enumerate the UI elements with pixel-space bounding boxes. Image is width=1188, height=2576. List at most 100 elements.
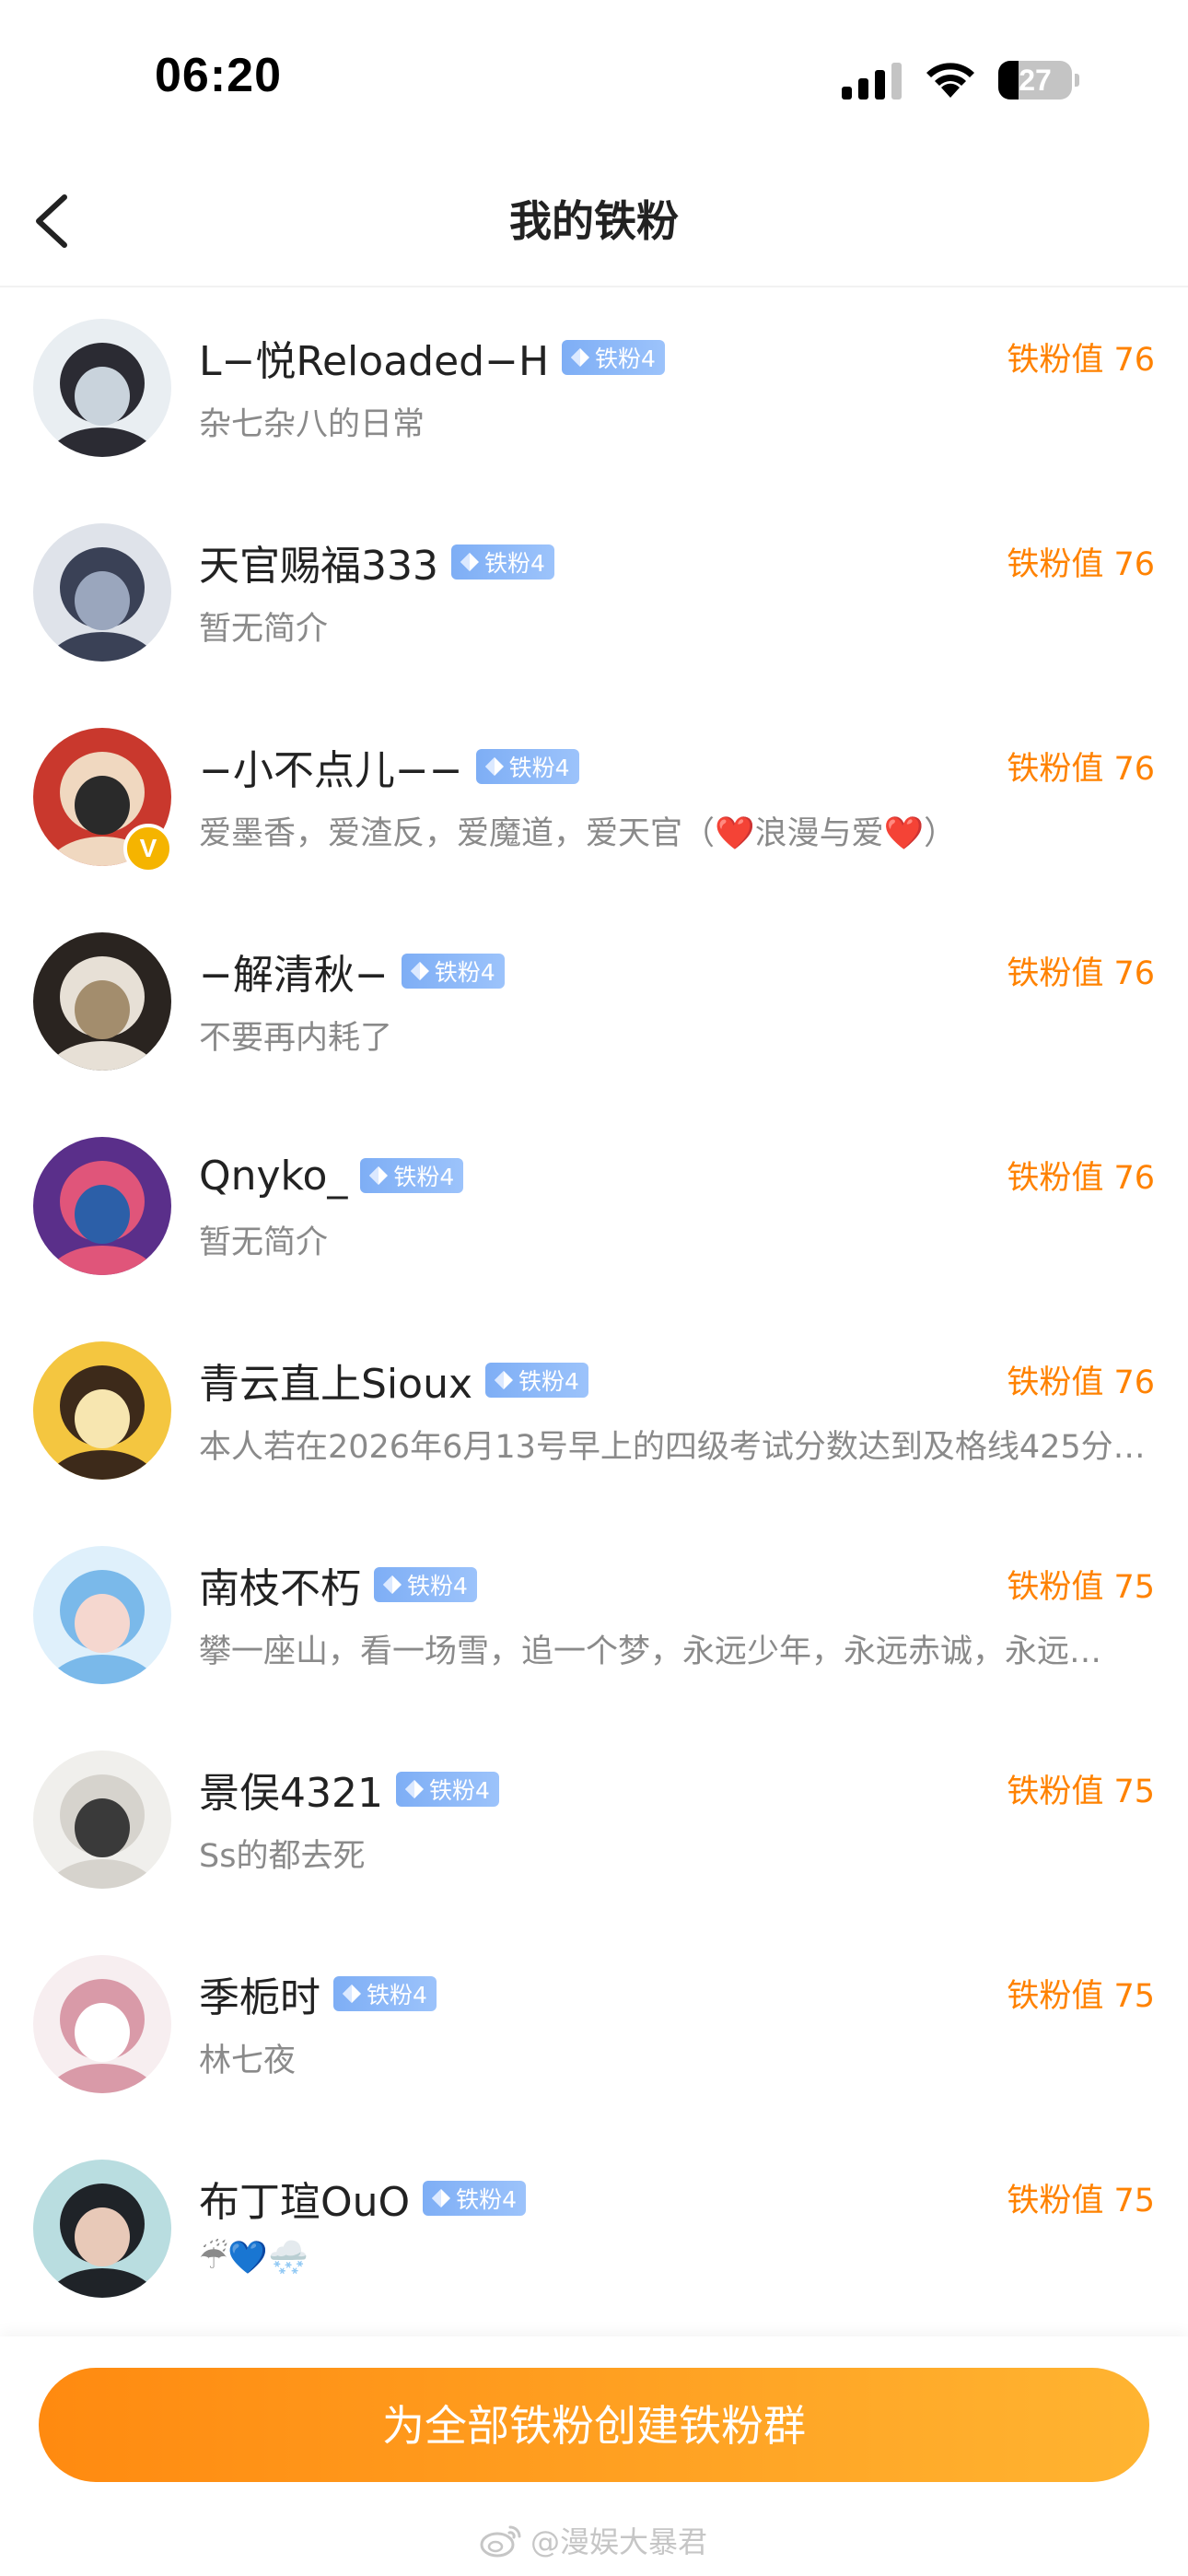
fan-level-label: 铁粉4	[456, 2186, 518, 2213]
fan-score: 铁粉值 76	[1007, 1364, 1155, 1401]
fan-bio: 爱墨香，爱渣反，爱魔道，爱天官（❤️浪漫与爱❤️）	[199, 815, 957, 852]
avatar-image	[33, 523, 171, 662]
diamond-icon	[410, 962, 429, 980]
fan-name[interactable]: 布丁瑄OuO	[199, 2169, 410, 2228]
fan-name[interactable]: 青云直上Sioux	[199, 1351, 472, 1410]
avatar[interactable]	[33, 1546, 171, 1684]
fan-level-label: 铁粉4	[595, 345, 656, 372]
avatar[interactable]	[33, 1751, 171, 1889]
avatar[interactable]	[33, 523, 171, 662]
fan-name-line: 南枝不朽 铁粉4	[199, 1557, 477, 1612]
avatar-image	[33, 319, 171, 457]
verified-badge-icon: V	[123, 824, 173, 873]
fan-score: 铁粉值 76	[1007, 955, 1155, 992]
wifi-icon	[926, 63, 974, 98]
fan-name[interactable]: 南枝不朽	[199, 1555, 361, 1614]
fan-bio: 暂无简介	[199, 611, 329, 648]
fan-row[interactable]: V −小不点儿−− 铁粉4 爱墨香，爱渣反，爱魔道，爱天官（❤️浪漫与爱❤️） 铁粉值 …	[0, 697, 1188, 901]
fan-bio: 本人若在2026年6月13号早上的四级考试分数达到及格线425分…	[199, 1429, 1146, 1466]
fan-level-label: 铁粉4	[367, 1982, 427, 2008]
fan-name[interactable]: L−悦Reloaded−H	[199, 328, 549, 387]
fan-level-label: 铁粉4	[434, 959, 495, 986]
avatar-image	[33, 2160, 171, 2298]
fan-name[interactable]: 季栀时	[199, 1964, 320, 2023]
fan-bio: 杂七杂八的日常	[199, 406, 425, 443]
diamond-icon	[383, 1575, 402, 1594]
create-fan-group-button[interactable]: 为全部铁粉创建铁粉群	[39, 2368, 1149, 2482]
fan-list: L−悦Reloaded−H 铁粉4 杂七杂八的日常 铁粉值 76 天官赐福333 铁粉4 暂…	[0, 287, 1188, 2333]
fan-score: 铁粉值 75	[1007, 1774, 1155, 1810]
fan-name[interactable]: Qnyko_	[199, 1153, 347, 1200]
nav-bar: 我的铁粉	[0, 157, 1188, 287]
avatar-image	[33, 932, 171, 1071]
fan-score: 铁粉值 75	[1007, 1978, 1155, 2015]
diamond-icon	[571, 348, 590, 367]
bottom-bar: 为全部铁粉创建铁粉群 @漫娱大暴君	[0, 2336, 1188, 2576]
avatar[interactable]	[33, 1341, 171, 1480]
fan-level-label: 铁粉4	[518, 1368, 579, 1395]
fan-row[interactable]: 景俣4321 铁粉4 Ss的都去死 铁粉值 75	[0, 1719, 1188, 1924]
fan-name-line: 青云直上Sioux 铁粉4	[199, 1352, 588, 1408]
fan-level-label: 铁粉4	[428, 1777, 490, 1804]
fan-name-line: Qnyko_ 铁粉4	[199, 1148, 464, 1203]
fan-level-label: 铁粉4	[508, 755, 570, 781]
fan-name[interactable]: 天官赐福333	[199, 533, 438, 591]
fan-name-line: L−悦Reloaded−H 铁粉4	[199, 330, 665, 385]
avatar-image	[33, 1546, 171, 1684]
battery-cap	[1075, 74, 1079, 87]
fan-level-badge: 铁粉4	[485, 1363, 588, 1398]
fan-level-badge: 铁粉4	[360, 1158, 464, 1193]
weibo-logo-icon	[480, 2525, 521, 2558]
fan-row[interactable]: L−悦Reloaded−H 铁粉4 杂七杂八的日常 铁粉值 76	[0, 287, 1188, 492]
fan-score: 铁粉值 76	[1007, 1160, 1155, 1197]
fan-level-badge: 铁粉4	[401, 954, 505, 989]
fan-level-badge: 铁粉4	[333, 1976, 437, 2011]
diamond-icon	[484, 757, 504, 776]
avatar-image	[33, 1137, 171, 1275]
avatar[interactable]	[33, 1137, 171, 1275]
avatar-image	[33, 1955, 171, 2093]
fan-row[interactable]: 南枝不朽 铁粉4 攀一座山，看一场雪，追一个梦，永远少年，永远赤诚，永远… 铁粉值 7…	[0, 1515, 1188, 1719]
page-title: 我的铁粉	[509, 196, 679, 246]
avatar-image	[33, 1751, 171, 1889]
fan-name-line: −小不点儿−− 铁粉4	[199, 739, 579, 794]
fan-row[interactable]: 季栀时 铁粉4 林七夜 铁粉值 75	[0, 1924, 1188, 2128]
fan-row[interactable]: 青云直上Sioux 铁粉4 本人若在2026年6月13号早上的四级考试分数达到及格线…	[0, 1310, 1188, 1515]
diamond-icon	[432, 2189, 451, 2207]
avatar[interactable]	[33, 1955, 171, 2093]
battery-level: 27	[1019, 64, 1052, 97]
fan-level-badge: 铁粉4	[423, 2181, 527, 2216]
fan-name-line: −解清秋− 铁粉4	[199, 943, 505, 999]
fan-name[interactable]: 景俣4321	[199, 1760, 383, 1819]
fan-bio: ☔💙🌨️	[199, 2240, 309, 2277]
fans-page: 06:20 27 我的铁粉 L−悦Reloaded−H 铁粉4 杂七杂八的日常 …	[0, 0, 1188, 2576]
fan-row[interactable]: Qnyko_ 铁粉4 暂无简介 铁粉值 76	[0, 1106, 1188, 1310]
fan-name-line: 天官赐福333 铁粉4	[199, 534, 554, 590]
fan-level-label: 铁粉4	[483, 550, 545, 577]
fan-level-label: 铁粉4	[407, 1573, 468, 1599]
fan-name[interactable]: −解清秋−	[199, 942, 389, 1001]
fan-bio: 攀一座山，看一场雪，追一个梦，永远少年，永远赤诚，永远…	[199, 1633, 1102, 1670]
avatar[interactable]	[33, 319, 171, 457]
fan-score: 铁粉值 76	[1007, 751, 1155, 788]
avatar-image	[33, 1341, 171, 1480]
avatar[interactable]	[33, 932, 171, 1071]
fan-score: 铁粉值 76	[1007, 546, 1155, 583]
diamond-icon	[343, 1985, 361, 2003]
fan-level-badge: 铁粉4	[450, 544, 554, 580]
fan-level-badge: 铁粉4	[475, 749, 579, 784]
fan-score: 铁粉值 76	[1007, 342, 1155, 379]
fan-level-label: 铁粉4	[393, 1164, 455, 1190]
cellular-signal-icon	[842, 63, 902, 100]
fan-name[interactable]: −小不点儿−−	[199, 737, 463, 796]
fan-bio: 暂无简介	[199, 1224, 329, 1261]
fan-row[interactable]: −解清秋− 铁粉4 不要再内耗了 铁粉值 76	[0, 901, 1188, 1106]
fan-row[interactable]: 天官赐福333 铁粉4 暂无简介 铁粉值 76	[0, 492, 1188, 697]
status-time: 06:20	[155, 49, 282, 102]
fan-level-badge: 铁粉4	[395, 1772, 499, 1807]
diamond-icon	[369, 1166, 389, 1185]
fan-row[interactable]: 布丁瑄OuO 铁粉4 ☔💙🌨️ 铁粉值 75	[0, 2128, 1188, 2333]
avatar[interactable]	[33, 2160, 171, 2298]
battery-body: 27	[998, 61, 1072, 100]
fan-score: 铁粉值 75	[1007, 1569, 1155, 1606]
